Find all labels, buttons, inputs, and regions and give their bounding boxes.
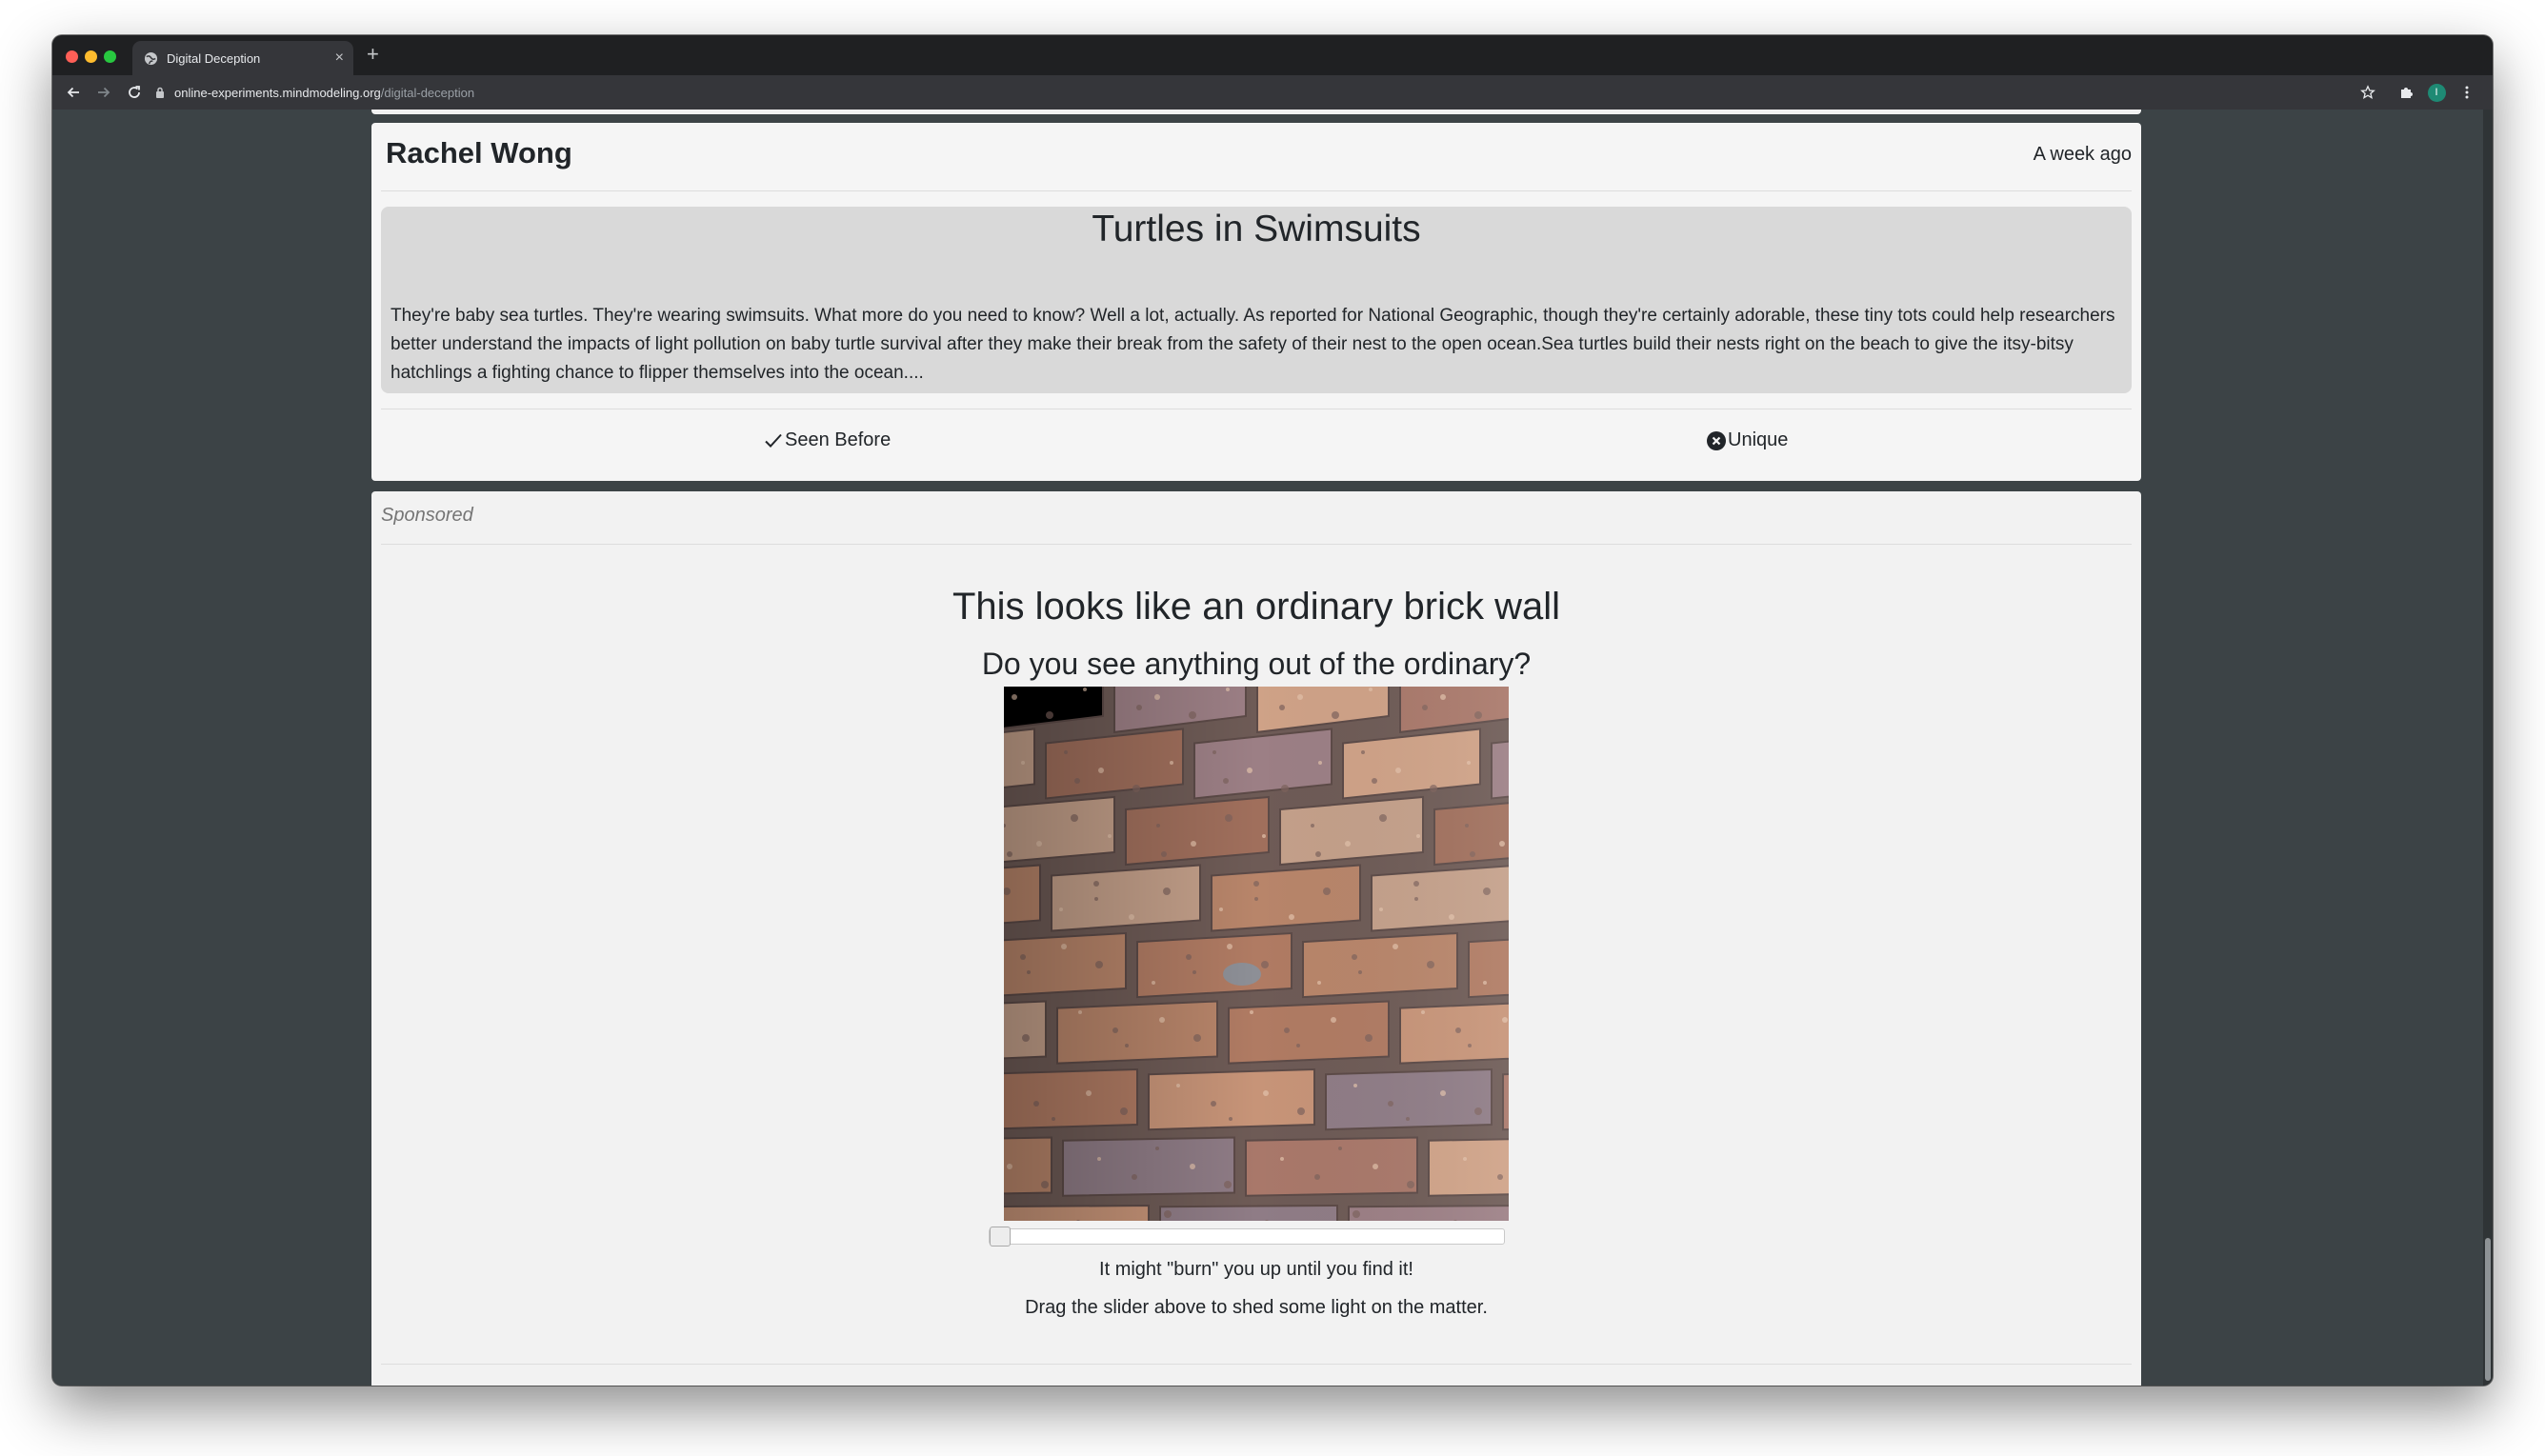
- x-circle-icon: [1707, 430, 1726, 450]
- browser-tab[interactable]: Digital Deception ×: [132, 41, 353, 75]
- scrollbar-thumb[interactable]: [2485, 1238, 2491, 1381]
- browser-window: Digital Deception × + online-experiments…: [52, 35, 2493, 1386]
- post-author: Rachel Wong: [386, 136, 572, 170]
- divider: [381, 190, 2132, 191]
- unique-button[interactable]: Unique: [1707, 429, 1788, 451]
- seen-before-button[interactable]: Seen Before: [764, 429, 891, 451]
- new-tab-button[interactable]: +: [367, 44, 379, 65]
- sponsored-card: Sponsored This looks like an ordinary br…: [371, 491, 2141, 1386]
- maximize-window-button[interactable]: [104, 50, 116, 63]
- extensions-puzzle-icon[interactable]: [2396, 83, 2415, 102]
- reveal-slider[interactable]: [989, 1227, 1505, 1247]
- article-body: They're baby sea turtles. They're wearin…: [391, 306, 2115, 383]
- sponsored-label: Sponsored: [381, 505, 473, 526]
- previous-post-edge: [371, 110, 2141, 114]
- ad-title: This looks like an ordinary brick wall: [952, 586, 1560, 628]
- post-card: Rachel Wong A week ago Turtles in Swimsu…: [371, 123, 2141, 481]
- globe-icon: [144, 51, 158, 66]
- forward-arrow-icon[interactable]: [94, 83, 113, 102]
- tab-close-icon[interactable]: ×: [335, 50, 344, 67]
- ad-hint-line-2: Drag the slider above to shed some light…: [1025, 1297, 1488, 1318]
- article-preview[interactable]: Turtles in Swimsuits They're baby sea tu…: [381, 207, 2132, 393]
- url-host: online-experiments.mindmodeling.org: [174, 85, 381, 100]
- checkmark-icon: [765, 433, 782, 448]
- post-timestamp: A week ago: [2033, 144, 2132, 165]
- lock-icon: [155, 87, 165, 98]
- back-arrow-icon[interactable]: [64, 83, 83, 102]
- tab-strip: Digital Deception × +: [52, 35, 2493, 75]
- minimize-window-button[interactable]: [85, 50, 97, 63]
- menu-kebab-icon[interactable]: [2457, 83, 2476, 102]
- address-bar[interactable]: online-experiments.mindmodeling.org/digi…: [155, 80, 2346, 105]
- bookmark-star-icon[interactable]: [2358, 83, 2377, 102]
- tab-title: Digital Deception: [167, 50, 261, 66]
- seen-before-label: Seen Before: [785, 429, 892, 450]
- close-window-button[interactable]: [66, 50, 78, 63]
- divider: [381, 1364, 2132, 1365]
- profile-avatar[interactable]: I: [2427, 83, 2446, 102]
- brick-wall-image: [1004, 687, 1509, 1221]
- article-title: Turtles in Swimsuits: [1092, 209, 1421, 249]
- url-path: /digital-deception: [380, 85, 475, 100]
- slider-handle[interactable]: [990, 1227, 1011, 1247]
- browser-toolbar: online-experiments.mindmodeling.org/digi…: [52, 75, 2493, 110]
- ad-subtitle: Do you see anything out of the ordinary?: [981, 647, 1532, 681]
- reload-icon[interactable]: [125, 83, 144, 102]
- ad-hint-line-1: It might "burn" you up until you find it…: [1099, 1259, 1413, 1280]
- page-scrollbar[interactable]: [2483, 110, 2493, 1386]
- page-viewport: Rachel Wong A week ago Turtles in Swimsu…: [52, 110, 2483, 1386]
- unique-label: Unique: [1728, 429, 1789, 450]
- divider: [381, 544, 2132, 545]
